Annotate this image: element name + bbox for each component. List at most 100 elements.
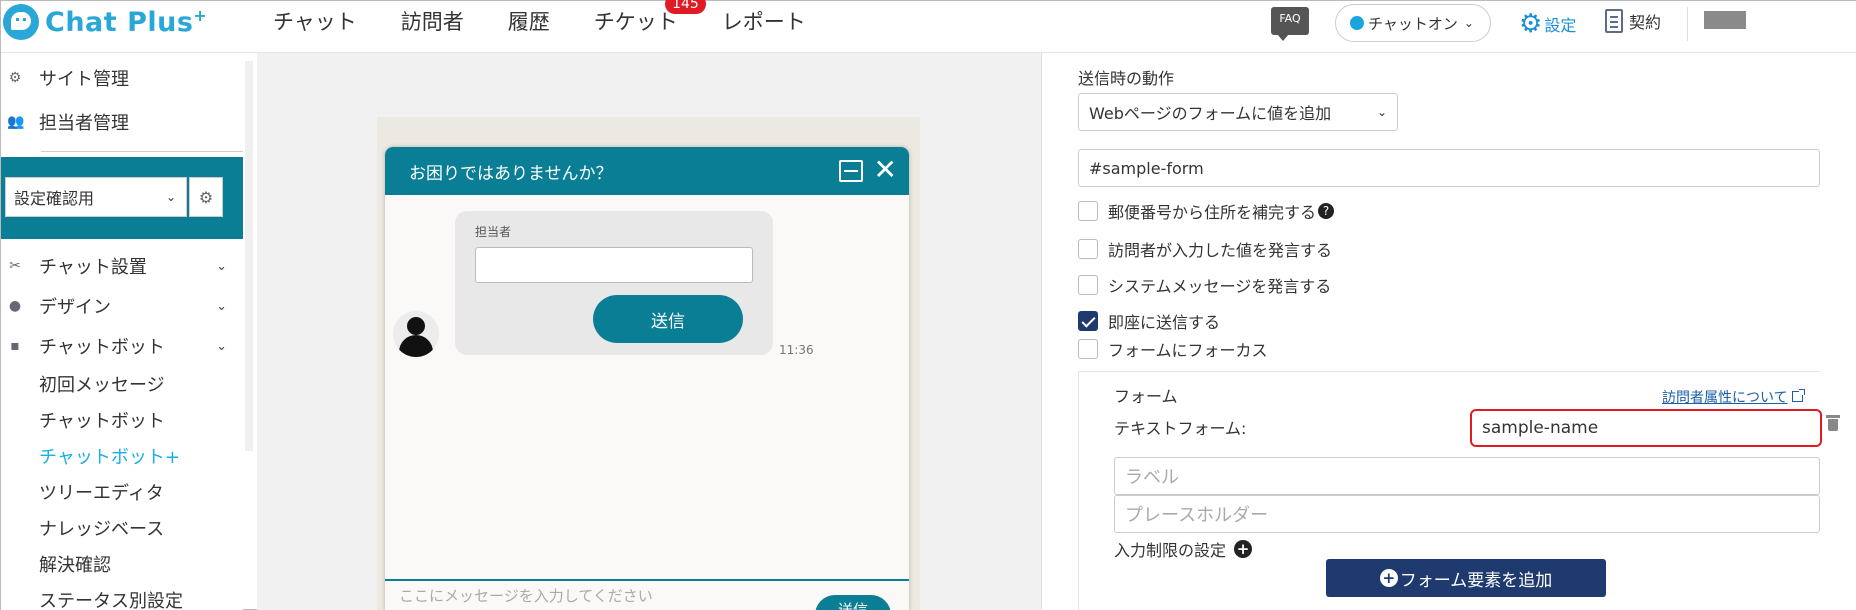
- sidebar: ⚙ サイト管理 👥 担当者管理 設定確認用 ⌄ ⚙ ✂ チャット設置 ⌄ ● デ…: [1, 53, 243, 610]
- avatar-icon: [393, 311, 439, 357]
- checkbox-label: システムメッセージを発言する: [1108, 277, 1332, 296]
- sidebar-item-chatbot[interactable]: ▪ チャットボット ⌄: [1, 333, 241, 359]
- chat-header: お困りではありませんか？ ✕: [385, 147, 909, 195]
- settings-label: 設定: [1544, 16, 1577, 35]
- sidebar-item-label: 担当者管理: [39, 113, 129, 134]
- close-icon[interactable]: ✕: [874, 153, 897, 186]
- external-link-icon: [1791, 389, 1805, 402]
- sidebar-item-staff-admin[interactable]: 👥 担当者管理: [1, 109, 241, 135]
- add-form-element-label: フォーム要素を追加: [1399, 570, 1553, 591]
- staff-input[interactable]: [475, 247, 753, 283]
- submit-button[interactable]: 送信: [593, 295, 743, 343]
- chat-title: お困りではありませんか？: [409, 163, 613, 184]
- checkbox[interactable]: [1078, 239, 1098, 259]
- checkbox-row-system-message[interactable]: システムメッセージを発言する: [1078, 273, 1331, 297]
- nav-history[interactable]: 履歴: [508, 6, 550, 36]
- chevron-down-icon: ⌄: [216, 258, 227, 274]
- chat-window: お困りではありませんか？ ✕ 担当者 送信 11:36 ここにメッセージを入力し…: [385, 147, 909, 610]
- minimize-icon[interactable]: [839, 160, 863, 182]
- label-input[interactable]: ラベル: [1114, 457, 1820, 495]
- sidebar-item-label: チャットボット: [39, 337, 165, 358]
- plus-circle-icon: +: [1379, 569, 1398, 587]
- checkbox-row-submit-immediately[interactable]: 即座に送信する: [1078, 309, 1220, 333]
- text-form-name-input[interactable]: sample-name: [1470, 409, 1822, 447]
- chat-status-dropdown[interactable]: チャットオン ⌄: [1335, 4, 1491, 42]
- checkbox[interactable]: [1078, 275, 1098, 295]
- chevron-down-icon: ⌄: [216, 338, 227, 354]
- site-select[interactable]: 設定確認用 ⌄: [5, 177, 187, 217]
- chevron-down-icon: ⌄: [1463, 16, 1474, 30]
- nav-visitors[interactable]: 訪問者: [401, 6, 464, 36]
- trash-icon[interactable]: [1826, 415, 1840, 431]
- settings-panel: 送信時の動作 Webページのフォームに値を追加 ⌄ #sample-form 郵…: [1041, 53, 1856, 610]
- chat-bubble-icon: [3, 4, 39, 40]
- checkbox-row-focus-form[interactable]: フォームにフォーカス: [1078, 337, 1268, 361]
- main-nav: チャット 訪問者 履歴 チケット 145 レポート: [273, 0, 850, 41]
- checkbox-label: 即座に送信する: [1108, 313, 1221, 332]
- placeholder-input[interactable]: プレースホルダー: [1114, 495, 1820, 533]
- plus-circle-icon[interactable]: +: [1234, 540, 1253, 558]
- contract-label: 契約: [1629, 13, 1662, 32]
- checkbox[interactable]: [1078, 201, 1098, 221]
- top-bar: Chat Plus+ チャット 訪問者 履歴 チケット 145 レポート FAQ …: [1, 0, 1856, 53]
- header-divider: [1687, 7, 1688, 41]
- chat-message-input[interactable]: ここにメッセージを入力してください: [399, 585, 653, 606]
- sidebar-divider: [41, 151, 243, 152]
- tools-icon: ✂: [9, 258, 21, 274]
- message-time: 11:36: [779, 343, 814, 357]
- text-form-label: テキストフォーム:: [1114, 419, 1247, 438]
- sidebar-sub-resolution[interactable]: 解決確認: [39, 551, 111, 577]
- sidebar-sub-tree-editor[interactable]: ツリーエディタ: [39, 479, 164, 505]
- help-icon[interactable]: ?: [1318, 203, 1335, 219]
- status-label: チャットオン: [1368, 14, 1458, 33]
- action-select-value: Webページのフォームに値を追加: [1089, 104, 1332, 123]
- sidebar-sub-status-settings[interactable]: ステータス別設定: [39, 587, 183, 610]
- add-form-element-button[interactable]: + フォーム要素を追加: [1326, 559, 1606, 597]
- form-label: フォーム: [1114, 387, 1178, 406]
- gears-icon: ⚙: [8, 70, 22, 86]
- ticket-count-badge: 145: [665, 0, 706, 14]
- checkbox[interactable]: [1078, 339, 1098, 359]
- field-label: 担当者: [475, 225, 512, 239]
- checkbox-row-visitor-value[interactable]: 訪問者が入力した値を発言する: [1078, 237, 1332, 261]
- status-dot-icon: [1350, 16, 1364, 30]
- sidebar-sub-first-message[interactable]: 初回メッセージ: [39, 371, 165, 397]
- chat-icon: ▪: [10, 338, 20, 354]
- chevron-down-icon: ⌄: [216, 298, 227, 314]
- site-settings-button[interactable]: ⚙: [189, 177, 223, 217]
- visitor-attr-link[interactable]: 訪問者属性について: [1662, 387, 1805, 407]
- checkbox-label: 郵便番号から住所を補完する: [1108, 203, 1317, 222]
- chevron-down-icon: ⌄: [1376, 105, 1387, 119]
- sidebar-sub-chatbot-plus[interactable]: チャットボット+: [39, 443, 180, 469]
- logo[interactable]: Chat Plus+: [3, 3, 207, 41]
- chat-send-button[interactable]: 送信: [815, 595, 891, 610]
- sidebar-sub-knowledge-base[interactable]: ナレッジベース: [39, 515, 164, 541]
- input-limit-settings[interactable]: 入力制限の設定 +: [1114, 537, 1253, 561]
- chat-input-border: [385, 579, 909, 581]
- checkbox-checked[interactable]: [1078, 311, 1098, 331]
- sidebar-item-label: チャット設置: [39, 257, 147, 278]
- sidebar-scrollbar[interactable]: [245, 61, 253, 451]
- contract-link[interactable]: 契約: [1605, 9, 1661, 33]
- sidebar-item-site-admin[interactable]: ⚙ サイト管理: [1, 65, 241, 91]
- logo-text: Chat Plus+: [45, 6, 208, 38]
- sidebar-item-design[interactable]: ● デザイン ⌄: [1, 293, 241, 319]
- faq-button[interactable]: FAQ: [1271, 7, 1309, 41]
- form-selector-input[interactable]: #sample-form: [1078, 149, 1820, 187]
- checkbox-row-postal[interactable]: 郵便番号から住所を補完する ?: [1078, 199, 1335, 223]
- input-limit-label: 入力制限の設定: [1114, 541, 1227, 560]
- nav-report[interactable]: レポート: [722, 6, 806, 36]
- nav-chat[interactable]: チャット: [273, 6, 357, 36]
- settings-link[interactable]: ⚙ 設定: [1519, 9, 1576, 39]
- sidebar-sub-chatbot[interactable]: チャットボット: [39, 407, 165, 433]
- sidebar-item-label: サイト管理: [39, 69, 129, 90]
- user-menu[interactable]: [1704, 11, 1746, 29]
- checkbox-label: フォームにフォーカス: [1108, 341, 1268, 360]
- sidebar-item-chat-settings[interactable]: ✂ チャット設置 ⌄: [1, 253, 241, 279]
- form-section-border: [1078, 371, 1079, 610]
- chevron-down-icon: ⌄: [165, 190, 176, 204]
- users-icon: 👥: [7, 114, 25, 130]
- nav-ticket[interactable]: チケット 145: [594, 0, 706, 36]
- action-select[interactable]: Webページのフォームに値を追加 ⌄: [1078, 93, 1398, 131]
- sidebar-item-label: デザイン: [39, 297, 111, 318]
